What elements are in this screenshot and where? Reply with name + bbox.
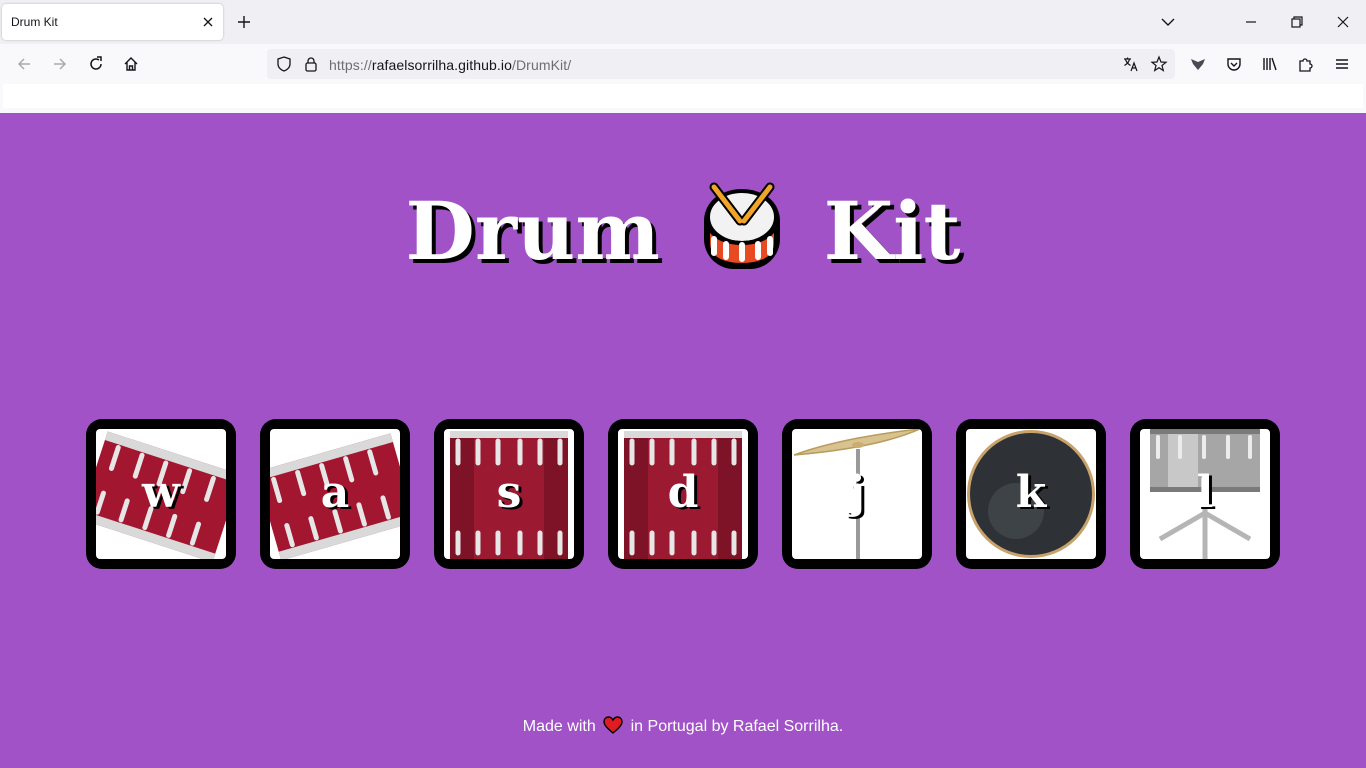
- home-icon[interactable]: [121, 54, 141, 74]
- tracking-protection-shield-icon[interactable]: [275, 55, 293, 73]
- drum-button-s[interactable]: s: [434, 419, 584, 569]
- drum-key-label: w: [142, 467, 180, 518]
- list-all-tabs-icon[interactable]: [1158, 12, 1178, 32]
- heart-icon: [603, 716, 623, 734]
- extensions-puzzle-icon[interactable]: [1296, 54, 1316, 74]
- bookmarks-toolbar: [0, 84, 1366, 113]
- restore-icon[interactable]: [1287, 12, 1307, 32]
- drum-face-s: s: [444, 429, 574, 559]
- drum-key-label: j: [849, 467, 865, 518]
- hamburger-menu-icon[interactable]: [1332, 54, 1352, 74]
- pocket-icon[interactable]: [1224, 54, 1244, 74]
- drum-button-a[interactable]: a: [260, 419, 410, 569]
- bookmark-star-icon[interactable]: [1150, 55, 1168, 73]
- minimize-icon[interactable]: [1241, 12, 1261, 32]
- drum-button-l[interactable]: l: [1130, 419, 1280, 569]
- library-icon[interactable]: [1260, 54, 1280, 74]
- bookmarks-toolbar-area: [3, 84, 1363, 108]
- translate-icon[interactable]: [1122, 55, 1140, 73]
- back-icon[interactable]: [14, 54, 34, 74]
- drum-face-k: k: [966, 429, 1096, 559]
- drum-face-d: d: [618, 429, 748, 559]
- extension-icon[interactable]: [1188, 54, 1208, 74]
- drum-key-label: a: [320, 467, 350, 518]
- drum-key-label: l: [1196, 467, 1214, 518]
- drum-button-k[interactable]: k: [956, 419, 1106, 569]
- tab-drum-kit[interactable]: Drum Kit: [2, 4, 223, 40]
- tab-title: Drum Kit: [11, 15, 58, 29]
- url-text[interactable]: https://rafaelsorrilha.github.io/DrumKit…: [329, 57, 571, 73]
- drum-button-j[interactable]: j: [782, 419, 932, 569]
- reload-icon[interactable]: [86, 54, 106, 74]
- drum-button-d[interactable]: d: [608, 419, 758, 569]
- title-word-drum: Drum: [405, 184, 660, 278]
- lock-icon[interactable]: [302, 55, 320, 73]
- address-bar[interactable]: https://rafaelsorrilha.github.io/DrumKit…: [267, 49, 1175, 79]
- drum-button-w[interactable]: w: [86, 419, 236, 569]
- drum-face-w: w: [96, 429, 226, 559]
- page-title: Drum Kit: [0, 181, 1366, 278]
- footer-credit: Made with in Portugal by Rafael Sorrilha…: [0, 716, 1366, 736]
- drum-icon: [703, 182, 780, 269]
- title-word-kit: Kit: [823, 184, 961, 278]
- drum-key-label: k: [1015, 467, 1047, 518]
- drum-key-label: d: [667, 467, 699, 518]
- tab-strip: Drum Kit: [0, 0, 1366, 44]
- footer-text-before: Made with: [522, 718, 596, 735]
- drum-key-label: s: [496, 467, 522, 518]
- drum-face-l: l: [1140, 429, 1270, 559]
- forward-icon[interactable]: [50, 54, 70, 74]
- navigation-toolbar: https://rafaelsorrilha.github.io/DrumKit…: [0, 44, 1366, 84]
- drum-face-j: j: [792, 429, 922, 559]
- close-tab-icon[interactable]: [200, 14, 216, 30]
- footer-text-after: in Portugal by Rafael Sorrilha.: [630, 718, 844, 735]
- new-tab-icon[interactable]: [234, 12, 254, 32]
- drum-face-a: a: [270, 429, 400, 559]
- close-window-icon[interactable]: [1333, 12, 1353, 32]
- page-content: Drum Kit w a s d j k l Made with in Port…: [0, 113, 1366, 768]
